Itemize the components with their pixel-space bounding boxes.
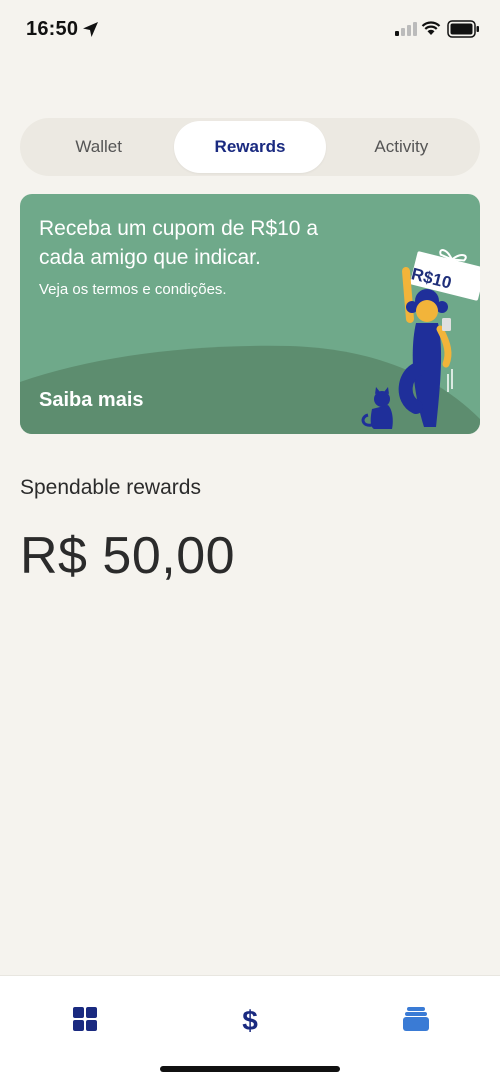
dollar-icon[interactable]: $ [235,1004,265,1034]
spendable-rewards-label: Spendable rewards [20,476,201,499]
cellular-signal-icon [395,22,417,36]
tab-rewards[interactable]: Rewards [174,121,326,173]
wifi-icon [421,21,441,35]
tab-activity[interactable]: Activity [326,121,477,173]
home-indicator [160,1066,340,1072]
wallet-grid-icon[interactable] [70,1004,100,1034]
referral-promo-card[interactable]: Receba um cupom de R$10 a cada amigo que… [20,194,480,434]
svg-text:$: $ [242,1005,258,1034]
activity-stack-icon[interactable] [401,1004,431,1034]
location-arrow-icon [83,22,98,37]
spendable-rewards-amount: R$ 50,00 [20,527,236,585]
tab-bar: Wallet Rewards Activity [20,118,480,176]
status-time: 16:50 [26,18,79,40]
promo-title: Receba um cupom de R$10 a cada amigo que… [39,217,318,269]
promo-learn-more[interactable]: Saiba mais [39,389,144,412]
battery-icon [447,20,479,38]
status-bar: 16:50 [0,0,500,60]
promo-terms-link[interactable]: Veja os termos e condições. [39,281,227,298]
tab-wallet[interactable]: Wallet [23,121,174,173]
